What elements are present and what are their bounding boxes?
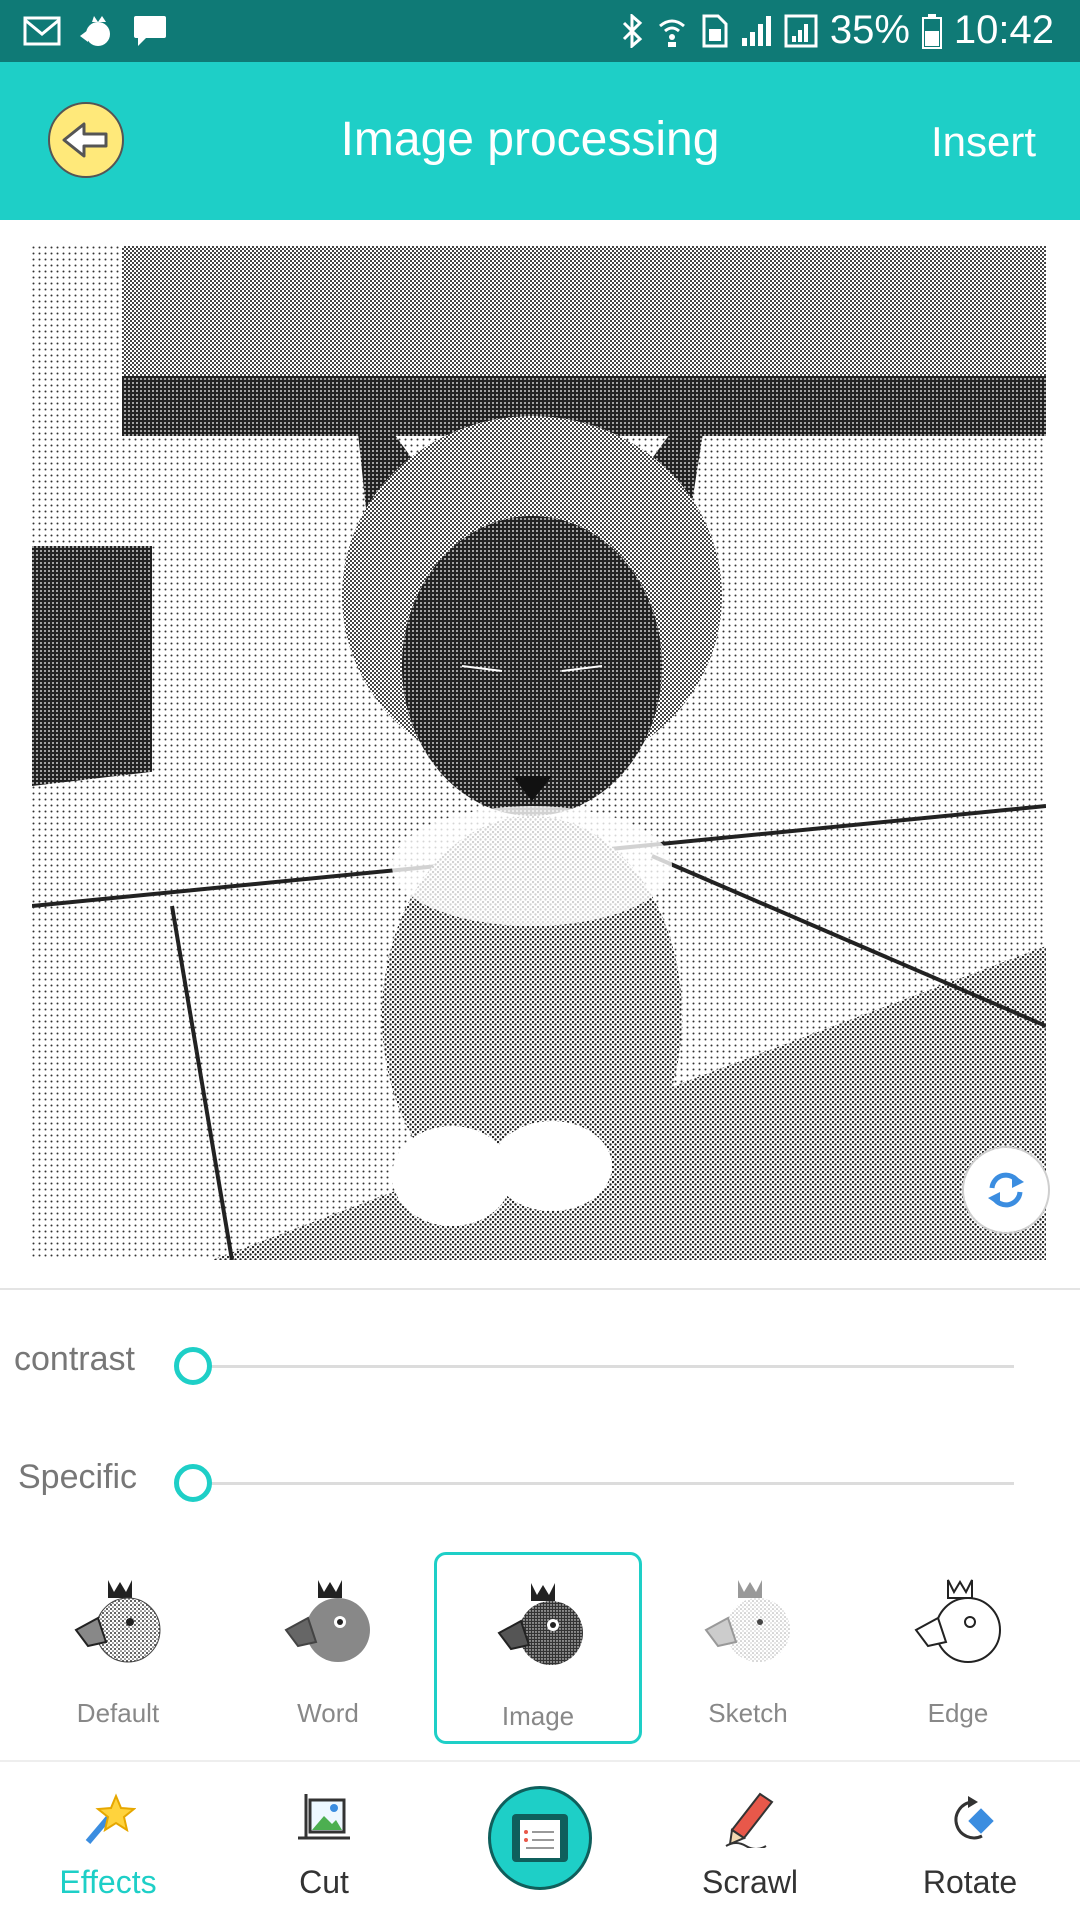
receipt-print-icon: [512, 1814, 568, 1862]
effect-image[interactable]: Image: [434, 1552, 642, 1744]
parrot-default-icon: [74, 1580, 161, 1663]
mail-icon: [23, 16, 61, 46]
status-bar: 35% 10:42: [0, 0, 1080, 62]
parrot-edge-icon: [914, 1579, 1001, 1663]
refresh-button[interactable]: [962, 1146, 1050, 1234]
effect-word[interactable]: Word: [224, 1552, 432, 1744]
processed-image[interactable]: [32, 246, 1046, 1260]
contrast-slider-track[interactable]: [192, 1365, 1014, 1368]
bluetooth-icon: [622, 13, 643, 48]
nav-rotate[interactable]: Rotate: [870, 1762, 1070, 1922]
refresh-icon: [988, 1172, 1024, 1208]
nav-label: Rotate: [922, 1864, 1018, 1900]
effect-label: Sketch: [708, 1698, 788, 1728]
signal-icon: [784, 14, 818, 47]
wifi-calling-icon: [658, 19, 685, 47]
battery-percent: 35%: [829, 8, 910, 52]
status-right-icons: 35% 10:42: [620, 8, 1054, 53]
chat-icon: [134, 16, 166, 46]
print-button[interactable]: [488, 1786, 592, 1890]
nav-cut[interactable]: Cut: [224, 1762, 424, 1922]
nav-label: Effects: [59, 1864, 157, 1900]
contrast-slider-thumb[interactable]: [174, 1347, 212, 1385]
effect-label: Image: [501, 1701, 575, 1731]
contrast-label: contrast: [14, 1340, 135, 1378]
crop-image-icon: [298, 1794, 350, 1840]
page-title: Image processing: [340, 113, 720, 166]
divider: [0, 1288, 1080, 1290]
rotate-icon: [954, 1796, 994, 1840]
specific-label: Specific: [18, 1458, 138, 1496]
status-left-icons: [22, 12, 170, 50]
dithered-cat-photo: [32, 246, 1046, 1260]
parrot-sketch-icon: [704, 1580, 790, 1662]
effects-row: Default Word Image Sketch Edge: [0, 1548, 1080, 1748]
specific-slider-thumb[interactable]: [174, 1464, 212, 1502]
effect-edge[interactable]: Edge: [854, 1552, 1062, 1744]
effect-label: Edge: [927, 1698, 989, 1728]
effect-sketch[interactable]: Sketch: [644, 1552, 852, 1744]
parrot-image-icon: [497, 1583, 583, 1665]
signal-icon: [741, 15, 771, 46]
specific-slider-track[interactable]: [192, 1482, 1014, 1485]
magic-wand-icon: [85, 1793, 136, 1844]
pencil-icon: [725, 1792, 774, 1848]
nav-label: Cut: [299, 1864, 349, 1900]
nav-effects[interactable]: Effects: [8, 1762, 208, 1922]
effect-default[interactable]: Default: [14, 1552, 222, 1744]
parrot-word-icon: [284, 1580, 370, 1662]
sim-icon: [702, 14, 728, 47]
effect-label: Default: [76, 1698, 160, 1728]
nav-label: Scrawl: [701, 1864, 798, 1900]
effect-label: Word: [297, 1698, 359, 1728]
nav-scrawl[interactable]: Scrawl: [650, 1762, 850, 1922]
insert-button[interactable]: Insert: [931, 118, 1036, 166]
bird-notification-icon: [80, 16, 110, 46]
clock: 10:42: [953, 8, 1054, 52]
battery-icon: [921, 13, 942, 49]
